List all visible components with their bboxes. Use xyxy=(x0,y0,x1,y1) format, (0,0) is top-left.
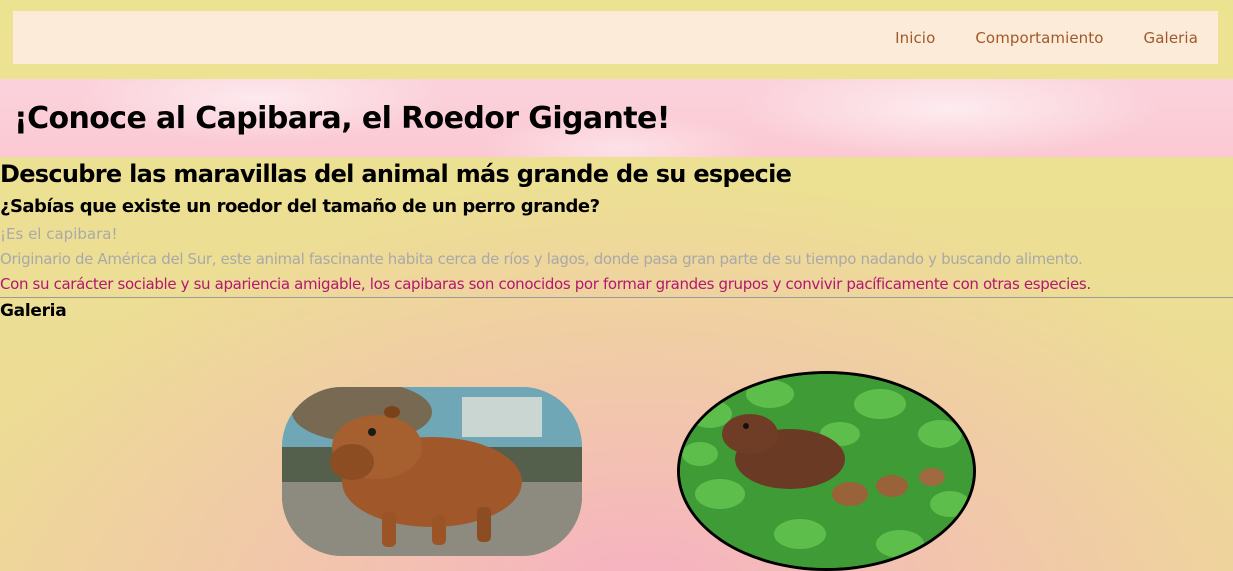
intro-text: ¡Es el capibara! xyxy=(0,225,118,243)
nav-link-comportamiento[interactable]: Comportamiento xyxy=(975,29,1103,47)
gallery-title: Galeria xyxy=(0,301,67,321)
hero-banner: ¡Conoce al Capibara, el Roedor Gigante! xyxy=(0,79,1233,157)
top-navbar: Inicio Comportamiento Galeria xyxy=(13,11,1218,64)
divider xyxy=(0,297,1233,298)
paragraph-origin: Originario de América del Sur, este anim… xyxy=(0,250,1083,268)
nav-link-inicio[interactable]: Inicio xyxy=(895,29,935,47)
gallery-image-capybara-family xyxy=(677,371,976,571)
nav-link-galeria[interactable]: Galeria xyxy=(1144,29,1198,47)
section-subtitle: Descubre las maravillas del animal más g… xyxy=(0,160,792,188)
page-title: ¡Conoce al Capibara, el Roedor Gigante! xyxy=(14,100,670,136)
gallery-image-capybara-standing xyxy=(282,387,582,556)
paragraph-social: Con su carácter sociable y su apariencia… xyxy=(0,275,1091,293)
section-question: ¿Sabías que existe un roedor del tamaño … xyxy=(0,196,600,217)
